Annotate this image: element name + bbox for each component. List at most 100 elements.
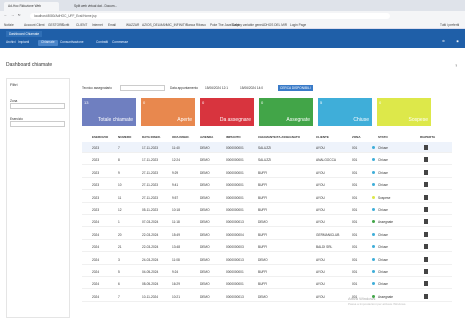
- table-cell: AYOU: [316, 270, 325, 274]
- table-cell: AYOU: [316, 282, 325, 287]
- year-select[interactable]: [10, 121, 65, 127]
- delete-icon[interactable]: [424, 169, 428, 175]
- delete-icon[interactable]: [424, 219, 428, 225]
- browser-tab[interactable]: Split web virtual dat - Docum...: [70, 2, 142, 11]
- table-row[interactable]: 2023 8 17-11-2023 12:24 DEMO 0000000001 SALUZZ…: [82, 154, 452, 166]
- stat-card-da-assegnare[interactable]: 0 Da assegnare: [200, 98, 254, 126]
- table-cell: 2024: [92, 257, 100, 262]
- column-header[interactable]: NUMERO: [118, 135, 131, 139]
- bookmark-item[interactable]: Banca Ribavo: [186, 23, 206, 27]
- table-cell: DEMO: [200, 245, 210, 250]
- zone-select[interactable]: [10, 103, 65, 109]
- delete-icon[interactable]: [424, 207, 428, 212]
- table-row[interactable]: 2023 10 27-11-2023 9:41 DEMO 0000000001 BUFFI A…: [82, 179, 452, 191]
- status-dot-icon: [372, 195, 375, 199]
- table-cell: GERMANICLUB: [316, 232, 340, 237]
- stat-card-totale-chiamate[interactable]: 13 Totale chiamate: [82, 98, 136, 126]
- table-row[interactable]: 2023 11 27-11-2023 9:57 DEMO 0000000001 BUFFI A…: [82, 192, 452, 203]
- delete-icon[interactable]: [424, 145, 428, 150]
- column-header[interactable]: ORA INSER.: [172, 135, 189, 139]
- date-from-input[interactable]: 15/06/2024 12:1: [205, 86, 228, 90]
- bookmark-item[interactable]: Internet: [92, 23, 103, 27]
- bookmark-item[interactable]: CLIENT: [76, 23, 87, 27]
- bookmark-item[interactable]: Account Client: [24, 23, 45, 27]
- column-header[interactable]: CHIAMANTE/TA ASSEGNATO: [258, 135, 300, 139]
- table-row[interactable]: 2024 5 04-05-2024 9:24 DEMO 0000000001 BUFFI AY…: [82, 266, 452, 277]
- card-count: 0: [379, 100, 382, 105]
- nav-item-commesse[interactable]: Commesse: [112, 40, 128, 46]
- column-header[interactable]: AZIENDA: [200, 135, 213, 139]
- bookmark-item[interactable]: Login Page: [290, 23, 306, 27]
- filters-header: Filtri: [10, 82, 18, 87]
- table-row[interactable]: 2024 7 10-11-2024 10:21 DEMO 0000000013 DEMO AY…: [82, 291, 452, 302]
- delete-icon[interactable]: [424, 182, 428, 188]
- bookmark-item[interactable]: MIC_INFINITY: [166, 23, 187, 27]
- table-cell: 0000000001: [226, 195, 244, 200]
- table-cell: 2023: [92, 170, 100, 175]
- stat-card-assegnate[interactable]: 0 Assegnate: [259, 98, 313, 126]
- table-cell: 0000000001: [226, 183, 244, 188]
- help-icon[interactable]: ?: [455, 64, 457, 68]
- column-header[interactable]: CLIENTE: [316, 135, 329, 139]
- table-cell: 001: [352, 183, 358, 188]
- bookmark-item[interactable]: AZIOS_DELMAN: [142, 23, 167, 27]
- nav-item-archivi[interactable]: Archivi: [6, 40, 16, 46]
- delete-icon[interactable]: [424, 244, 428, 250]
- delete-icon[interactable]: [424, 231, 428, 237]
- nav-item-consuntivazione[interactable]: Consuntivazione: [60, 40, 84, 46]
- column-header[interactable]: STATO: [378, 135, 388, 139]
- date-to-input[interactable]: 15/06/2024 14:0: [240, 86, 263, 90]
- delete-icon[interactable]: [424, 157, 428, 163]
- column-header[interactable]: ESERCIZIO: [92, 135, 108, 139]
- table-cell: 001: [352, 245, 358, 250]
- url-input[interactable]: localhost:8080/AdHOC_UFF_Ecsi/Home.jsp: [30, 12, 390, 19]
- bookmark-item[interactable]: Notizie: [4, 23, 14, 27]
- column-header[interactable]: ZONA: [352, 135, 361, 139]
- table-row[interactable]: 2024 1 07-03-2024 11:18 DEMO 0000000013 DEMO AY…: [82, 216, 452, 228]
- filters-panel: Filtri Zona Esercizio: [6, 78, 70, 318]
- table-cell: DEMO: [200, 158, 210, 163]
- table-row[interactable]: 2024 3 24-03-2024 11:08 DEMO 0000000013 DEMO AY…: [82, 254, 452, 265]
- settings-icon[interactable]: ⚙: [442, 39, 445, 43]
- browser-tab-active[interactable]: Ad-Hoc Riduzione Web: [4, 2, 59, 11]
- table-row[interactable]: 2024 6 08-05-2024 16:29 DEMO 0000000001 BUFFI A…: [82, 278, 452, 290]
- delete-icon[interactable]: [424, 293, 428, 299]
- table-row[interactable]: 2023 9 27-11-2023 9:29 DEMO 0000000001 BUFFI AY…: [82, 167, 452, 178]
- column-header[interactable]: IMPIANTO: [226, 135, 241, 139]
- column-header[interactable]: RIAPERTA: [420, 135, 435, 139]
- stat-card-aperte[interactable]: 0 Aperte: [141, 98, 195, 126]
- stat-card-sospese[interactable]: 0 Sospese: [377, 98, 431, 126]
- search-button[interactable]: CERCA DISPONIBILI: [278, 85, 313, 91]
- table-cell: 2023: [92, 146, 100, 150]
- delete-icon[interactable]: [424, 281, 428, 287]
- forward-icon[interactable]: →: [11, 13, 14, 17]
- reload-icon[interactable]: ↻: [18, 13, 21, 17]
- table-row[interactable]: 2024 20 22-03-2024 15:49 DEMO 0000000004 BUFFI…: [82, 229, 452, 240]
- table-row[interactable]: 2024 21 22-03-2024 13:48 DEMO 0000000003 BUFFI…: [82, 241, 452, 253]
- page-title: Dashboard chiamate: [6, 62, 53, 68]
- card-label: Chiuse: [353, 117, 369, 123]
- user-avatar[interactable]: ◉: [456, 39, 459, 43]
- nav-item-impianti[interactable]: Impianti: [18, 40, 29, 46]
- delete-icon[interactable]: [424, 269, 428, 274]
- back-icon[interactable]: ←: [4, 13, 7, 17]
- card-count: 0: [202, 100, 205, 105]
- table-cell: 9:29: [172, 170, 179, 175]
- table-row[interactable]: 2023 12 05-11-2023 10:18 DEMO 0000000001 BUFFI…: [82, 204, 452, 215]
- card-count: 0: [261, 100, 264, 105]
- delete-icon[interactable]: [424, 194, 428, 200]
- delete-icon[interactable]: [424, 256, 428, 262]
- stat-card-chiuse[interactable]: 5 Chiuse: [318, 98, 372, 126]
- nav-item-chiamate[interactable]: Chiamate: [38, 40, 58, 46]
- bookmark-item[interactable]: ADHOS DEL MIR: [262, 23, 287, 27]
- table-row[interactable]: 2023 7 17-11-2023 11:40 DEMO 0000000001 SALUZZ…: [82, 142, 452, 153]
- tecnico-input[interactable]: [120, 85, 165, 91]
- bookmark-item[interactable]: WAZZAR: [126, 23, 139, 27]
- bookmark-item[interactable]: Scritt: [62, 23, 69, 27]
- table-cell: 001: [352, 158, 358, 163]
- column-header[interactable]: DATA INSER.: [142, 135, 161, 139]
- bookmark-item[interactable]: Tutti i preferiti: [440, 23, 459, 27]
- nav-item-contratti[interactable]: Contratti: [96, 40, 108, 46]
- bookmark-item[interactable]: Email: [108, 23, 116, 27]
- bookmark-item[interactable]: Galaxy variable gene: [232, 23, 262, 27]
